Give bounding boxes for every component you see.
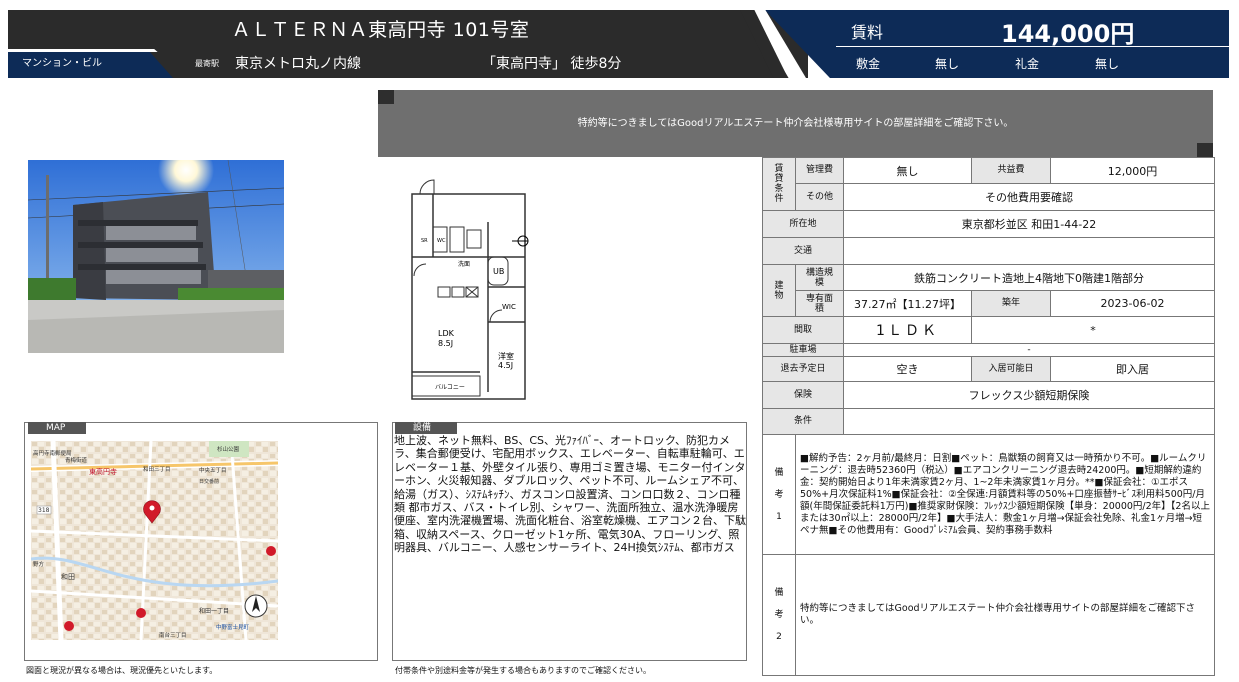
map-label-nogata: 野方 (33, 560, 45, 568)
property-title: ＡＬＴＥＲＮＡ東高円寺 101号室 (231, 19, 530, 41)
notice-banner: 特約等につきましてはGoodリアルエステート仲介会社様専用サイトの部屋詳細をご確… (378, 90, 1213, 157)
insurance-label: 保険 (762, 381, 844, 409)
fp-ub: UB (493, 267, 504, 276)
map-route-318: 318 (38, 507, 50, 514)
address-value: 東京都杉並区 和田1-44-22 (843, 210, 1215, 238)
parking-label: 駐車場 (762, 343, 844, 357)
conditions-value (843, 408, 1215, 435)
notice-corner-tl (378, 90, 394, 104)
fp-balcony: バルコニー (435, 384, 465, 391)
leave-date-label: 退去予定日 (762, 356, 844, 382)
deposit-value: 無し (935, 57, 960, 71)
map-label-ome-kaido: 青梅街道 (65, 456, 88, 464)
map-label-wada1: 和田一丁目 (199, 607, 229, 615)
conditions-label: 条件 (762, 408, 844, 435)
map-label-koban: 日交番前 (199, 478, 219, 485)
other-fee-value: その他費用要確認 (843, 183, 1215, 211)
property-spec-table: 賃貸条件 管理費 無し 共益費 12,000円 その他 その他費用要確認 所在地… (762, 157, 1215, 676)
map-label-nakanofujimi: 中野富士見町 (216, 623, 250, 631)
mgmt-fee-value: 無し (843, 157, 972, 184)
map-label-wada: 和田 (61, 572, 75, 581)
rent-value: 144,000円 (1001, 20, 1135, 48)
fp-western-size: 4.5J (498, 361, 513, 370)
area-label: 専有面積 (795, 290, 844, 317)
structure-value: 鉄筋コンクリート造地上4階地下0階建1階部分 (843, 264, 1215, 291)
remarks1-value: ■解約予告：2ヶ月前/最終月：日割■ペット：鳥獣類の飼育又は一時預かり不可。■ル… (795, 434, 1215, 555)
parking-value: - (843, 343, 1215, 357)
fp-ldk-size: 8.5J (438, 339, 453, 348)
mgmt-fee-label: 管理費 (795, 157, 844, 184)
built-year-label: 築年 (971, 290, 1051, 317)
map-label-chuo5: 中央五丁目 (199, 466, 227, 474)
map-label-wada3: 和田三丁目 (143, 465, 171, 473)
remarks2-label: 備考2 (762, 554, 796, 676)
property-type-badge: マンション・ビル (8, 52, 173, 78)
header-divider (8, 49, 158, 52)
equipment-footnote: 付帯条件や別途料金等が発生する場合もありますのでご確認ください。 (395, 666, 651, 675)
floor-plan: SR WC 洗面 UB WIC LDK 8.5J 洋室 4.5J バルコニー (400, 172, 540, 404)
layout-label: 間取 (762, 316, 844, 344)
layout-extra: * (971, 316, 1215, 344)
insurance-value: フレックス少額短期保険 (843, 381, 1215, 409)
fp-ldk: LDK (438, 329, 455, 338)
fp-wc: WC (437, 238, 446, 244)
map-label-post-office: 高円寺南郵便局 (33, 449, 72, 457)
train-line: 東京メトロ丸ノ内線 (235, 56, 361, 72)
map-tag: MAP (28, 422, 86, 434)
map-label-minamidai: 南台三丁目 (159, 631, 187, 639)
remarks2-value: 特約等につきましてはGoodリアルエステート仲介会社様専用サイトの部屋詳細をご確… (795, 554, 1215, 676)
rental-terms-label: 賃貸条件 (762, 157, 796, 211)
key-money-label: 礼金 (1015, 57, 1040, 71)
move-in-label: 入居可能日 (971, 356, 1051, 382)
structure-label: 構造規模 (795, 264, 844, 291)
layout-value: 1ＬＤＫ (843, 316, 972, 344)
building-label: 建物 (762, 264, 796, 317)
rent-label: 賃料 (851, 23, 884, 42)
fp-wic: WIC (502, 303, 516, 311)
nearest-station-label: 最寄駅 (195, 59, 219, 68)
map-label-park: 杉山公園 (217, 445, 240, 453)
move-in-value: 即入居 (1050, 356, 1215, 382)
fp-washroom: 洗面 (458, 260, 470, 268)
transport-label: 交通 (762, 237, 844, 265)
common-fee-value: 12,000円 (1050, 157, 1215, 184)
remarks1-label: 備考1 (762, 434, 796, 555)
equipment-list: 地上波、ネット無料、BS、CS、光ﾌｧｲﾊﾞｰ、オートロック、防犯カメラ、集合郵… (394, 434, 746, 555)
header-rent-panel (765, 10, 1229, 78)
common-fee-label: 共益費 (971, 157, 1051, 184)
notice-corner-br (1197, 143, 1213, 157)
built-year-value: 2023-06-02 (1050, 290, 1215, 317)
fp-sr: SR (421, 238, 428, 244)
other-fee-label: その他 (795, 183, 844, 211)
transport-value (843, 237, 1215, 265)
address-label: 所在地 (762, 210, 844, 238)
station-walk: 「東高円寺」 徒歩8分 (482, 56, 622, 72)
map-label-higashikoenji: 東高円寺 (89, 467, 117, 476)
deposit-label: 敷金 (856, 57, 881, 71)
fp-western: 洋室 (498, 351, 514, 361)
map-footnote: 図面と現況が異なる場合は、現況優先といたします。 (26, 666, 218, 675)
area-map[interactable]: 318 高円寺南郵便局 青梅街道 東高円寺 和田三丁目 中央五丁目 杉山公園 日… (31, 441, 278, 640)
equipment-tag: 設備 (395, 422, 457, 434)
area-value: 37.27㎡【11.27坪】 (843, 290, 972, 317)
building-photo (28, 160, 284, 353)
leave-date-value: 空き (843, 356, 972, 382)
key-money-value: 無し (1095, 57, 1120, 71)
